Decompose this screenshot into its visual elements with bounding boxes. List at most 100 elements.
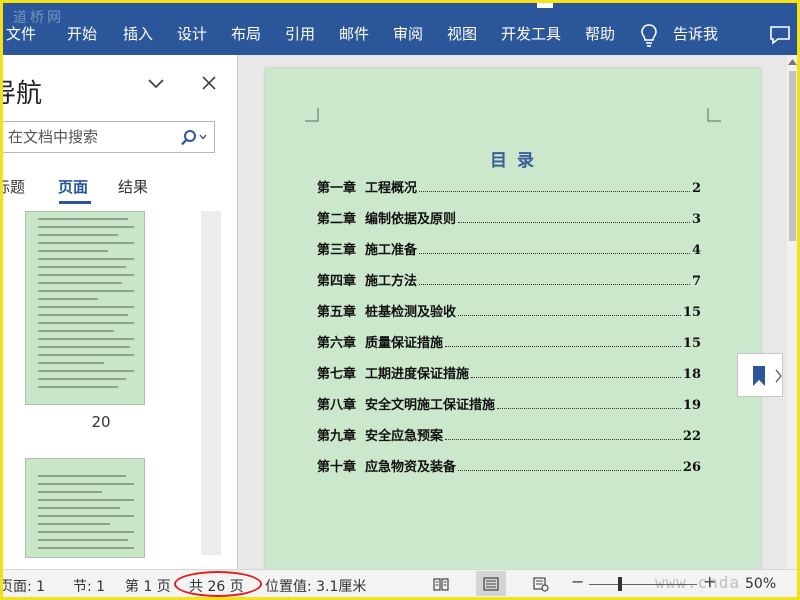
toc-heading: 工期进度保证措施 <box>365 367 470 382</box>
chevron-down-icon[interactable] <box>147 77 165 91</box>
toc-leader <box>419 191 690 192</box>
tab-mailings[interactable]: 邮件 <box>339 23 369 44</box>
toc-chapter: 第六章 <box>317 336 357 351</box>
toc-page-number: 15 <box>682 305 701 320</box>
web-layout-icon[interactable] <box>533 576 549 592</box>
tab-pages[interactable]: 页面 <box>58 176 88 197</box>
toc-heading: 质量保证措施 <box>365 336 444 351</box>
toc-page-number: 19 <box>682 398 701 413</box>
toc-heading: 安全文明施工保证措施 <box>365 398 496 413</box>
toc-entry[interactable]: 第二章 编制依据及原则 3 <box>317 207 701 227</box>
search-input[interactable] <box>8 126 168 148</box>
status-page[interactable]: 页面: 1 <box>3 576 45 596</box>
toc-page-number: 15 <box>682 336 701 351</box>
toc-entry[interactable]: 第八章 安全文明施工保证措施 19 <box>317 393 701 413</box>
toc-heading: 安全应急预案 <box>365 429 444 444</box>
tab-insert[interactable]: 插入 <box>123 23 153 44</box>
toc-leader <box>497 408 681 409</box>
page-thumbnail-20[interactable] <box>25 211 145 405</box>
close-icon[interactable] <box>201 75 217 91</box>
active-tab-indicator <box>59 201 91 204</box>
tab-view[interactable]: 视图 <box>447 23 477 44</box>
title-bar-marker <box>537 3 553 8</box>
bookmark-button[interactable] <box>737 353 783 397</box>
tab-review[interactable]: 审阅 <box>393 23 423 44</box>
toc-leader <box>419 284 690 285</box>
toc-chapter: 第十章 <box>317 460 357 475</box>
toc-heading: 编制依据及原则 <box>365 212 457 227</box>
lightbulb-icon[interactable] <box>639 23 659 47</box>
toc-heading: 施工方法 <box>365 274 418 289</box>
toc-entry[interactable]: 第七章 工期进度保证措施 18 <box>317 362 701 382</box>
tab-design[interactable]: 设计 <box>177 23 207 44</box>
toc-leader <box>458 222 690 223</box>
zoom-level[interactable]: 50% <box>745 576 776 592</box>
zoom-slider-thumb[interactable] <box>618 577 622 591</box>
margin-corner-mark <box>305 108 319 122</box>
page-thumbnails: 20 <box>3 211 237 569</box>
status-page-of[interactable]: 第 1 页 <box>125 576 171 596</box>
toc-page-number: 3 <box>691 212 701 227</box>
highlight-oval <box>174 571 262 597</box>
status-section[interactable]: 节: 1 <box>73 576 105 596</box>
toc-entry[interactable]: 第五章 桩基检测及验收 15 <box>317 300 701 320</box>
comment-icon[interactable] <box>769 25 791 45</box>
toc-entry[interactable]: 第九章 安全应急预案 22 <box>317 424 701 444</box>
search-box[interactable] <box>3 121 215 153</box>
page-thumbnail-21[interactable] <box>25 458 145 558</box>
tab-developer[interactable]: 开发工具 <box>501 23 561 44</box>
search-icon[interactable] <box>180 129 198 147</box>
toc-chapter: 第三章 <box>317 243 357 258</box>
document-scrollbar[interactable] <box>787 55 797 569</box>
toc-page-number: 22 <box>682 429 701 444</box>
toc-heading: 应急物资及装备 <box>365 460 457 475</box>
toc-heading: 施工准备 <box>365 243 418 258</box>
toc-chapter: 第一章 <box>317 181 357 196</box>
toc-chapter: 第八章 <box>317 398 357 413</box>
toc-chapter: 第五章 <box>317 305 357 320</box>
toc-chapter: 第九章 <box>317 429 357 444</box>
toc-leader <box>419 253 690 254</box>
toc-page-number: 4 <box>691 243 701 258</box>
site-watermark-url: www.cnda <box>655 573 741 592</box>
tab-headings[interactable]: 标题 <box>3 176 25 197</box>
toc-heading: 工程概况 <box>365 181 418 196</box>
toc-entry[interactable]: 第一章 工程概况 2 <box>317 176 701 196</box>
toc-heading: 桩基检测及验收 <box>365 305 457 320</box>
tab-references[interactable]: 引用 <box>285 23 315 44</box>
tab-file[interactable]: 文件 <box>6 23 36 44</box>
toc-chapter: 第七章 <box>317 367 357 382</box>
tell-me-button[interactable]: 告诉我 <box>673 23 718 44</box>
toc-leader <box>458 470 681 471</box>
toc-chapter: 第四章 <box>317 274 357 289</box>
scrollbar-thumb[interactable] <box>789 71 796 241</box>
tab-results[interactable]: 结果 <box>118 176 148 197</box>
nav-pane-title: 导航 <box>3 79 43 109</box>
margin-corner-mark <box>707 108 721 122</box>
document-page[interactable]: 目 录 第一章 工程概况 2 第二章 编制依据及原则 3 第三章 施工准备 4 … <box>265 68 761 578</box>
read-mode-icon[interactable] <box>433 576 449 592</box>
zoom-in-button[interactable]: + <box>703 572 716 591</box>
document-area: 目 录 第一章 工程概况 2 第二章 编制依据及原则 3 第三章 施工准备 4 … <box>237 55 797 578</box>
search-options-chevron-icon[interactable] <box>199 134 207 140</box>
toc-entry[interactable]: 第六章 质量保证措施 15 <box>317 331 701 351</box>
toc-leader <box>445 439 681 440</box>
scroll-up-arrow-icon[interactable] <box>788 59 797 65</box>
page-thumbnail-label: 20 <box>91 413 111 431</box>
tab-layout[interactable]: 布局 <box>231 23 261 44</box>
status-position[interactable]: 位置值: 3.1厘米 <box>265 576 366 596</box>
toc-entry[interactable]: 第四章 施工方法 7 <box>317 269 701 289</box>
ribbon-menubar: 道桥网 文件 开始 插入 设计 布局 引用 邮件 审阅 视图 开发工具 帮助 告… <box>3 3 797 55</box>
toc-entry[interactable]: 第三章 施工准备 4 <box>317 238 701 258</box>
bookmark-icon <box>753 366 782 386</box>
toc-entry[interactable]: 第十章 应急物资及装备 26 <box>317 455 701 475</box>
zoom-out-button[interactable]: − <box>571 572 584 591</box>
tab-home[interactable]: 开始 <box>67 23 97 44</box>
toc-title: 目 录 <box>490 151 536 171</box>
status-bar: 页面: 1 节: 1 第 1 页 共 26 页 位置值: 3.1厘米 − www… <box>3 569 797 597</box>
toc-leader <box>458 315 681 316</box>
tab-help[interactable]: 帮助 <box>585 23 615 44</box>
toc-page-number: 2 <box>691 181 701 196</box>
word-window: 道桥网 文件 开始 插入 设计 布局 引用 邮件 审阅 视图 开发工具 帮助 告… <box>3 3 797 597</box>
thumbnail-scrollbar[interactable] <box>201 211 221 555</box>
